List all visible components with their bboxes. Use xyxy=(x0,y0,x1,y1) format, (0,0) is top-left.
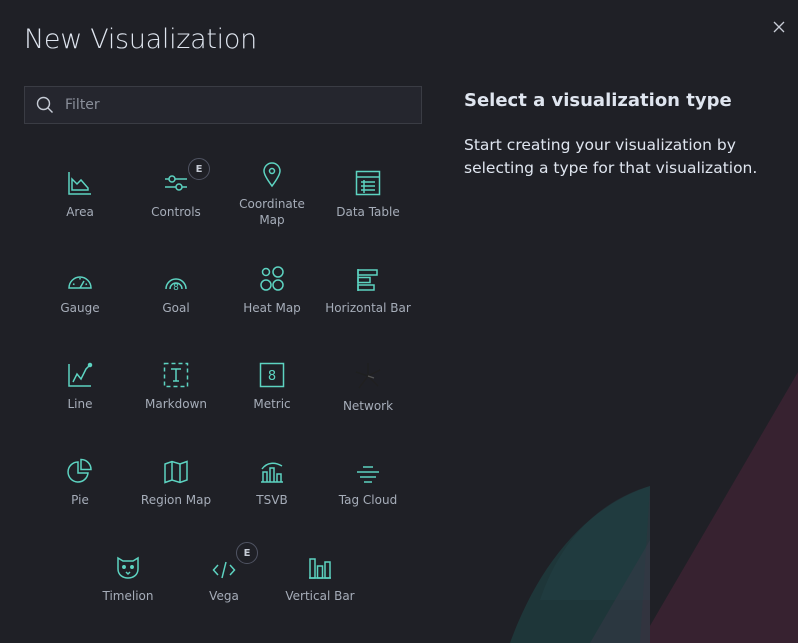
vis-card-label: Vega xyxy=(209,589,239,603)
vis-card-label: Tag Cloud xyxy=(338,493,398,507)
timelion-icon xyxy=(117,556,139,579)
vis-card-area[interactable]: Area xyxy=(32,150,128,240)
filter-search-box[interactable] xyxy=(24,86,422,124)
vis-card-pie[interactable]: Pie xyxy=(32,438,128,528)
tag-cloud-icon xyxy=(357,466,379,483)
heat-map-icon xyxy=(260,266,284,291)
vis-card-label: Timelion xyxy=(102,589,154,603)
vega-icon xyxy=(212,561,236,579)
goal-icon: 8 xyxy=(165,278,187,292)
vis-card-label: TSVB xyxy=(256,493,288,507)
vis-card-label: Data Table xyxy=(336,205,400,219)
vis-card-data-table[interactable]: Data Table xyxy=(320,150,416,240)
vis-card-label: Heat Map xyxy=(243,301,301,315)
metric-icon: 8 xyxy=(259,362,285,388)
region-map-icon xyxy=(164,460,188,484)
vis-card-label: Pie xyxy=(71,493,89,507)
vis-card-horizontal-bar[interactable]: Horizontal Bar xyxy=(320,246,416,336)
vis-card-heat-map[interactable]: Heat Map xyxy=(224,246,320,336)
map-pin-icon xyxy=(263,162,281,188)
vertical-bar-icon xyxy=(309,558,331,579)
vis-card-label: Metric xyxy=(253,397,291,411)
tsvb-icon xyxy=(261,462,283,483)
vis-card-gauge[interactable]: Gauge xyxy=(32,246,128,336)
vis-card-label: Goal xyxy=(162,301,190,315)
vis-card-vertical-bar[interactable]: Vertical Bar xyxy=(272,534,368,624)
vis-card-region-map[interactable]: Region Map xyxy=(128,438,224,528)
vis-card-tsvb[interactable]: TSVB xyxy=(224,438,320,528)
vis-card-label: Vertical Bar xyxy=(285,589,355,603)
vis-card-label: Horizontal Bar xyxy=(325,301,411,315)
filter-input[interactable] xyxy=(65,87,421,123)
experimental-badge: E xyxy=(236,542,258,564)
line-chart-icon xyxy=(68,362,93,387)
table-icon xyxy=(355,170,381,196)
vis-card-tag-cloud[interactable]: Tag Cloud xyxy=(320,438,416,528)
vis-card-markdown[interactable]: Markdown xyxy=(128,342,224,432)
svg-text:8: 8 xyxy=(173,283,179,292)
vis-card-label: Gauge xyxy=(60,301,100,315)
vis-card-label: Line xyxy=(67,397,93,411)
vis-card-vega[interactable]: Vega xyxy=(176,534,272,624)
vis-card-timelion[interactable]: Timelion xyxy=(80,534,176,624)
svg-text:8: 8 xyxy=(268,369,276,384)
area-chart-icon xyxy=(68,172,91,195)
vis-card-label: Coordinate Map xyxy=(239,197,305,227)
vis-card-label: Region Map xyxy=(140,493,212,507)
controls-icon xyxy=(165,175,187,191)
vis-card-label: Network xyxy=(342,399,394,413)
vis-card-controls[interactable]: Controls xyxy=(128,150,224,240)
vis-card-label: Markdown xyxy=(145,397,207,411)
new-visualization-modal: New Visualization Area Controls Coordina… xyxy=(0,0,798,643)
vis-card-coordinate-map[interactable]: Coordinate Map xyxy=(224,150,320,240)
modal-title: New Visualization xyxy=(24,24,257,55)
vis-card-metric[interactable]: 8 Metric xyxy=(224,342,320,432)
network-icon xyxy=(355,363,381,389)
pie-chart-icon xyxy=(67,458,92,483)
vis-card-goal[interactable]: 8 Goal xyxy=(128,246,224,336)
vis-card-line[interactable]: Line xyxy=(32,342,128,432)
vis-card-label: Controls xyxy=(151,205,201,219)
markdown-icon xyxy=(163,362,189,388)
side-panel-title: Select a visualization type xyxy=(464,90,732,111)
close-icon xyxy=(773,21,785,33)
close-button[interactable] xyxy=(770,18,788,36)
vis-card-label: Area xyxy=(66,205,94,219)
vis-card-network[interactable]: Network xyxy=(320,342,416,432)
horizontal-bar-icon xyxy=(357,269,378,291)
experimental-badge: E xyxy=(188,158,210,180)
side-panel-description: Start creating your visualization by sel… xyxy=(464,136,758,177)
gauge-icon xyxy=(68,276,92,289)
search-icon xyxy=(25,86,65,124)
